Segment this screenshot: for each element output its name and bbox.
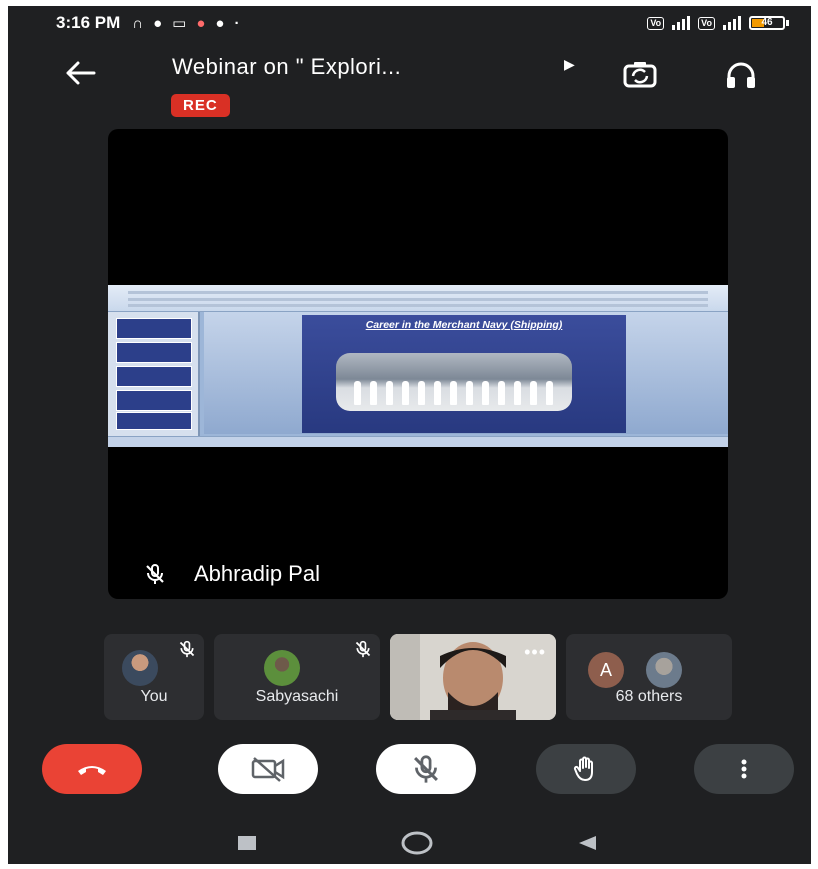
raise-hand-icon: [573, 756, 593, 781]
avatar: [122, 650, 158, 686]
mic-toggle-button[interactable]: [376, 744, 476, 794]
dot-icon: ·: [234, 14, 240, 32]
notification-icons: ∩ ● ▭ ● ● ·: [132, 14, 240, 33]
camera-off-icon: [251, 757, 285, 782]
headset-notification-icon: ∩: [132, 14, 144, 32]
ppt-ribbon: [108, 285, 728, 312]
headphones-icon: [727, 62, 755, 88]
speaker-label: Abhradip Pal: [144, 561, 320, 587]
status-time: 3:16 PM: [56, 13, 121, 32]
more-vert-icon: [741, 759, 747, 779]
app-notification-icon: ●: [153, 14, 163, 32]
participant-tile-others[interactable]: A 68 others: [566, 634, 732, 720]
status-right: Vo Vo 46: [647, 16, 789, 30]
meeting-header: Webinar on " Explori... ▶ REC: [8, 44, 811, 117]
badge-notification-icon: ●: [196, 14, 206, 32]
participant-name: You: [140, 688, 168, 705]
end-call-icon: [78, 766, 106, 775]
mic-off-icon: [179, 640, 195, 658]
slide-title: Career in the Merchant Navy (Shipping): [365, 319, 563, 331]
nav-back-icon: [579, 836, 596, 850]
audio-output-button[interactable]: [724, 60, 758, 90]
title-expand-icon[interactable]: ▶: [564, 56, 575, 73]
switch-camera-button[interactable]: [622, 60, 658, 90]
participant-tile-camera[interactable]: •••: [390, 634, 556, 720]
status-bar: 3:16 PM ∩ ● ▭ ● ● · Vo Vo 46: [8, 6, 811, 40]
volte2-icon: Vo: [698, 16, 715, 30]
back-button[interactable]: [60, 58, 100, 88]
mic-off-icon: [355, 640, 371, 658]
meet-notification-icon: ●: [215, 14, 225, 32]
switch-camera-icon: [623, 62, 657, 88]
avatar-letter: A: [588, 652, 624, 688]
phone-screen: 3:16 PM ∩ ● ▭ ● ● · Vo Vo 46 Webinar on: [8, 6, 811, 864]
rec-badge: REC: [171, 94, 230, 117]
nav-recents-button[interactable]: [236, 834, 258, 857]
battery-icon: 46: [749, 16, 789, 30]
mic-off-icon: [146, 564, 164, 584]
call-controls: [8, 744, 811, 794]
ppt-status-bar: [108, 436, 728, 447]
participant-name: 68 others: [615, 688, 683, 705]
current-slide: Career in the Merchant Navy (Shipping): [302, 315, 626, 433]
nav-square-icon: [238, 836, 256, 850]
speaker-name: Abhradip Pal: [194, 561, 320, 586]
avatar: [264, 650, 300, 686]
nav-back-button[interactable]: [576, 834, 598, 857]
nav-home-icon: [401, 831, 433, 855]
participant-name: Sabyasachi: [255, 688, 339, 705]
battery-level: 46: [761, 17, 773, 28]
meeting-title[interactable]: Webinar on " Explori...: [172, 54, 401, 80]
raise-hand-button[interactable]: [536, 744, 636, 794]
camera-notification-icon: ▭: [172, 15, 187, 32]
participant-tile-you[interactable]: You: [104, 634, 204, 720]
system-nav-bar: [8, 828, 811, 864]
camera-toggle-button[interactable]: [218, 744, 318, 794]
avatar: [646, 652, 682, 688]
mic-off-icon: [414, 755, 438, 783]
signal-icon: [672, 16, 691, 30]
ppt-slide-thumbnails: [108, 312, 200, 436]
more-options-button[interactable]: [694, 744, 794, 794]
nav-home-button[interactable]: [400, 830, 434, 861]
ppt-canvas: Career in the Merchant Navy (Shipping): [204, 312, 728, 434]
volte-icon: Vo: [647, 16, 665, 30]
back-arrow-icon: [66, 61, 96, 85]
more-dots-icon[interactable]: •••: [524, 642, 546, 663]
end-call-button[interactable]: [42, 744, 142, 794]
shared-screen: Career in the Merchant Navy (Shipping): [108, 285, 728, 447]
signal2-icon: [723, 16, 741, 30]
participant-strip: You Sabyasachi ••• A 68 others: [104, 634, 744, 722]
slide-photo-ship: [336, 353, 572, 411]
main-video-tile[interactable]: Career in the Merchant Navy (Shipping) A…: [108, 129, 728, 599]
participant-tile-sabyasachi[interactable]: Sabyasachi: [214, 634, 380, 720]
